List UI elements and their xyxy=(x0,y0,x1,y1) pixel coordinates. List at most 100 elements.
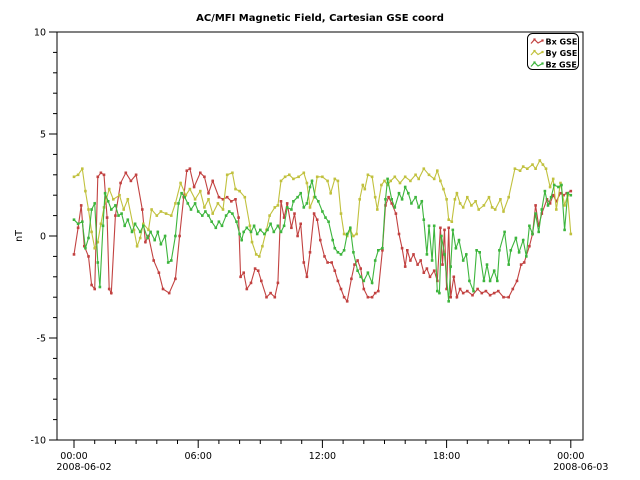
legend-label: By GSE xyxy=(546,49,578,58)
data-point-marker xyxy=(187,202,190,205)
data-point-marker xyxy=(340,288,343,291)
data-point-marker xyxy=(167,261,170,264)
data-point-marker xyxy=(329,192,332,195)
data-point-marker xyxy=(386,178,389,181)
data-point-marker xyxy=(507,196,510,199)
data-point-marker xyxy=(234,198,237,201)
data-point-marker xyxy=(135,174,138,177)
data-point-marker xyxy=(518,251,521,254)
data-point-marker xyxy=(273,231,276,234)
data-point-marker xyxy=(356,269,359,272)
data-point-marker xyxy=(108,188,111,191)
data-point-marker xyxy=(436,169,439,172)
series-bz-gse xyxy=(73,178,572,303)
data-point-marker xyxy=(358,198,361,201)
data-point-marker xyxy=(274,296,277,299)
data-point-marker xyxy=(87,237,90,240)
data-point-marker xyxy=(433,178,436,181)
data-point-marker xyxy=(244,196,247,199)
data-point-marker xyxy=(260,280,263,283)
data-point-marker xyxy=(478,251,481,254)
data-point-marker xyxy=(498,249,501,252)
data-point-marker xyxy=(416,263,419,266)
data-point-marker xyxy=(356,259,359,262)
data-point-marker xyxy=(199,172,202,175)
data-point-marker xyxy=(493,269,496,272)
data-point-marker xyxy=(296,235,299,238)
data-point-marker xyxy=(330,261,333,264)
data-point-marker xyxy=(292,200,295,203)
data-point-marker xyxy=(81,220,84,223)
data-point-marker xyxy=(340,253,343,256)
data-point-marker xyxy=(499,198,502,201)
data-point-marker xyxy=(234,188,237,191)
data-point-marker xyxy=(228,210,231,213)
data-point-marker xyxy=(194,198,197,201)
data-point-marker xyxy=(352,251,355,254)
data-point-marker xyxy=(127,218,130,221)
data-point-marker xyxy=(194,202,197,205)
data-point-marker xyxy=(488,196,491,199)
data-point-marker xyxy=(238,190,241,193)
legend-marker-icon xyxy=(541,39,543,41)
data-point-marker xyxy=(97,261,100,264)
data-point-marker xyxy=(296,196,299,199)
data-point-marker xyxy=(306,276,309,279)
data-point-marker xyxy=(419,259,422,262)
data-point-marker xyxy=(472,290,475,293)
data-point-marker xyxy=(367,296,370,299)
data-point-marker xyxy=(250,282,253,285)
data-point-marker xyxy=(570,190,573,193)
data-point-marker xyxy=(462,206,465,209)
data-point-marker xyxy=(81,167,84,170)
x-tick-label: 00:00 xyxy=(60,451,87,462)
data-point-marker xyxy=(371,176,374,179)
data-point-marker xyxy=(550,196,553,199)
plot-window: AC/MFI Magnetic Field, Cartesian GSE coo… xyxy=(0,0,640,480)
data-point-marker xyxy=(466,290,469,293)
data-point-marker xyxy=(226,174,229,177)
data-point-marker xyxy=(139,237,142,240)
data-point-marker xyxy=(552,178,555,181)
data-point-marker xyxy=(510,249,513,252)
data-point-marker xyxy=(160,243,163,246)
data-point-marker xyxy=(453,276,456,279)
series-bx-gse xyxy=(73,167,572,302)
data-point-marker xyxy=(203,206,206,209)
y-axis-unit-label: nT xyxy=(14,230,25,242)
data-point-marker xyxy=(152,259,155,262)
data-point-marker xyxy=(178,235,181,238)
data-point-marker xyxy=(516,280,519,283)
data-point-marker xyxy=(87,255,90,258)
data-point-marker xyxy=(77,223,80,226)
data-point-marker xyxy=(174,278,177,281)
data-point-marker xyxy=(90,208,93,211)
data-point-marker xyxy=(183,196,186,199)
data-point-marker xyxy=(441,263,444,266)
data-point-marker xyxy=(363,288,366,291)
data-point-marker xyxy=(249,225,252,228)
data-point-marker xyxy=(404,265,407,268)
data-point-marker xyxy=(210,220,213,223)
y-tick-label: 5 xyxy=(40,130,46,141)
data-point-marker xyxy=(144,241,147,244)
data-point-marker xyxy=(323,255,326,258)
data-point-marker xyxy=(531,163,534,166)
data-point-marker xyxy=(259,229,262,232)
data-point-marker xyxy=(164,235,167,238)
data-point-marker xyxy=(337,180,340,183)
data-point-marker xyxy=(246,288,249,291)
data-point-marker xyxy=(150,208,153,211)
data-point-marker xyxy=(456,296,459,299)
series-markers xyxy=(73,159,572,258)
data-point-marker xyxy=(534,212,537,215)
data-point-marker xyxy=(496,280,499,283)
data-point-marker xyxy=(319,239,322,242)
data-point-marker xyxy=(390,198,393,201)
data-point-marker xyxy=(398,233,401,236)
data-point-marker xyxy=(407,192,410,195)
legend-label: Bx GSE xyxy=(546,37,578,46)
data-point-marker xyxy=(84,247,87,250)
data-point-marker xyxy=(293,212,296,215)
data-point-marker xyxy=(102,225,105,228)
